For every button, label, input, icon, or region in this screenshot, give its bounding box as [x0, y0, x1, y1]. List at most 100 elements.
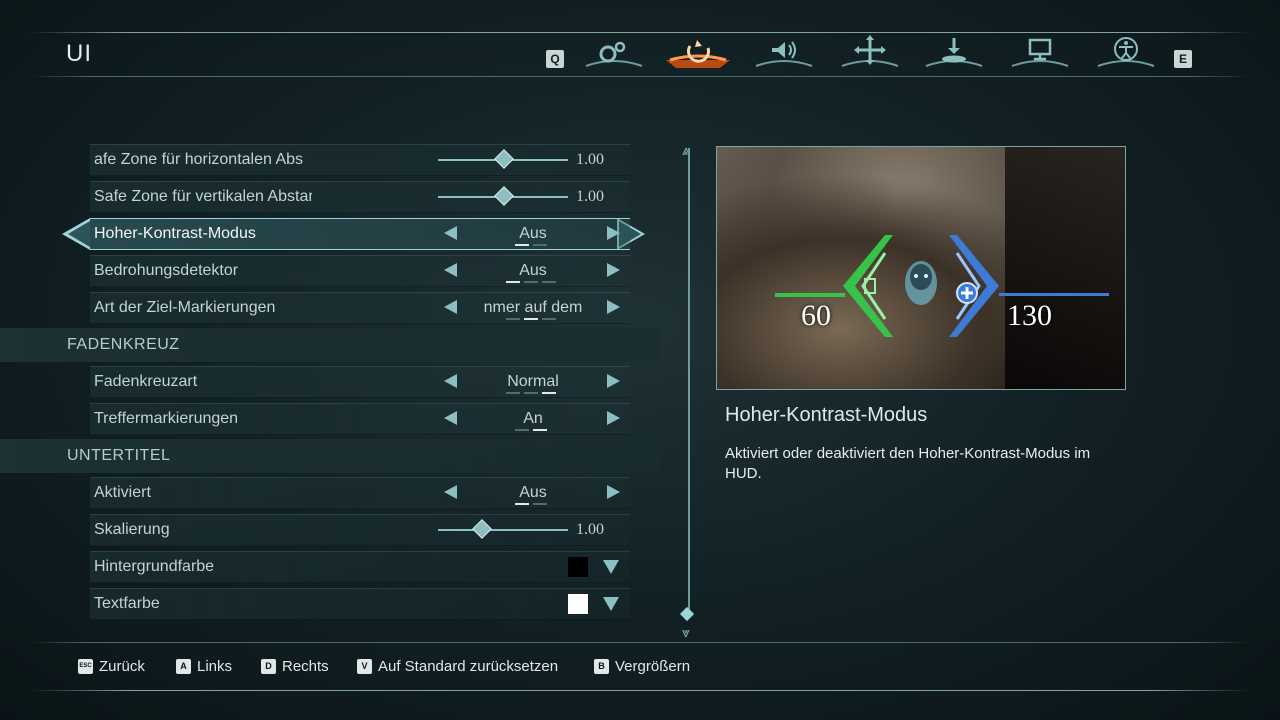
setting-subtitles-enabled[interactable]: Aktiviert Aus — [90, 477, 630, 509]
slider-thumb[interactable] — [471, 519, 492, 539]
ui-spiral-icon — [666, 40, 730, 68]
section-header-subtitles: UNTERTITEL — [0, 439, 660, 473]
page-title: UI — [66, 40, 92, 67]
setting-label: Art der Ziel-Markierungen — [94, 299, 276, 316]
next-tab-key[interactable]: E — [1174, 50, 1192, 68]
setting-text-color[interactable]: Textfarbe — [90, 588, 630, 620]
tab-display[interactable] — [1006, 34, 1074, 72]
download-tray-icon — [925, 38, 983, 67]
hud-portrait-icon — [843, 235, 999, 337]
arrow-right-icon[interactable] — [607, 263, 620, 277]
hud-value-left: 60 — [801, 299, 831, 332]
setting-safe-zone-horizontal[interactable]: afe Zone für horizontalen Abs 1.00 — [90, 144, 630, 176]
setting-label: afe Zone für horizontalen Abs — [94, 151, 304, 168]
arrow-right-icon[interactable] — [607, 411, 620, 425]
preview-rock — [1005, 147, 1125, 389]
slider-value: 1.00 — [576, 521, 604, 538]
prev-tab-key[interactable]: Q — [546, 50, 564, 68]
setting-high-contrast-mode[interactable]: Hoher-Kontrast-Modus Aus — [90, 218, 630, 250]
monitor-icon — [1011, 38, 1069, 67]
setting-value: Normal — [507, 373, 559, 390]
option-indicator — [501, 429, 561, 431]
setting-label: Fadenkreuzart — [94, 373, 198, 390]
hint-right[interactable]: D Rechts — [261, 656, 329, 676]
option-indicator — [501, 392, 561, 394]
setting-hit-markers[interactable]: Treffermarkierungen An — [90, 403, 630, 435]
arrow-left-icon[interactable] — [444, 300, 457, 314]
hint-back[interactable]: ESC Zurück — [78, 656, 145, 676]
setting-label: Treffermarkierungen — [94, 410, 239, 427]
hint-zoom[interactable]: B Vergrößern — [594, 656, 690, 676]
setting-value: Aus — [519, 225, 547, 242]
tab-audio[interactable] — [750, 34, 818, 72]
arrow-right-icon[interactable] — [607, 226, 620, 240]
setting-label: Bedrohungsdetektor — [94, 262, 239, 279]
esc-key-icon: ESC — [78, 658, 93, 674]
hud-health-bar-right — [999, 293, 1109, 296]
hint-label: Rechts — [282, 657, 329, 675]
preview-title: Hoher-Kontrast-Modus — [725, 404, 928, 426]
speaker-icon — [755, 41, 813, 67]
hint-label: Links — [197, 657, 233, 675]
setting-target-markers[interactable]: Art der Ziel-Markierungen nmer auf dem — [90, 292, 630, 324]
move-cross-icon — [841, 35, 899, 67]
arrow-left-icon[interactable] — [444, 485, 457, 499]
hud-value-right: 130 — [1007, 299, 1052, 332]
tab-gameplay[interactable] — [580, 34, 648, 72]
setting-subtitle-scale[interactable]: Skalierung 1.00 — [90, 514, 630, 546]
accessibility-icon — [1097, 37, 1155, 67]
scrollbar-track[interactable] — [688, 148, 690, 618]
color-swatch[interactable] — [568, 594, 588, 614]
hint-label: Vergrößern — [615, 657, 691, 675]
setting-value: An — [523, 410, 543, 427]
tab-controls[interactable] — [836, 34, 904, 72]
option-indicator — [501, 503, 561, 505]
v-key-icon: V — [357, 658, 372, 674]
slider-thumb[interactable] — [494, 149, 514, 169]
setting-safe-zone-vertical[interactable]: Safe Zone für vertikalen Abstar 1.00 — [90, 181, 630, 213]
header-divider — [30, 76, 1250, 77]
setting-label: Hintergrundfarbe — [94, 558, 215, 575]
option-indicator — [501, 318, 561, 320]
setting-label: Hoher-Kontrast-Modus — [94, 225, 256, 242]
arrow-left-icon[interactable] — [444, 411, 457, 425]
scroll-down-icon[interactable]: ⩔ — [682, 624, 690, 641]
arrow-right-icon[interactable] — [607, 485, 620, 499]
arrow-left-icon[interactable] — [444, 374, 457, 388]
setting-label: Safe Zone für vertikalen Abstar — [94, 188, 312, 205]
dropdown-arrow-icon[interactable] — [603, 597, 619, 611]
slider-thumb[interactable] — [494, 186, 514, 206]
bottom-frame-line — [30, 690, 1250, 691]
option-indicator — [501, 244, 561, 246]
setting-label: Skalierung — [94, 521, 170, 538]
setting-background-color[interactable]: Hintergrundfarbe — [90, 551, 630, 583]
setting-value: Aus — [519, 262, 547, 279]
a-key-icon: A — [176, 658, 191, 674]
setting-label: Aktiviert — [94, 484, 151, 501]
dropdown-arrow-icon[interactable] — [603, 560, 619, 574]
option-indicator — [501, 281, 561, 283]
gears-icon — [585, 41, 643, 67]
tab-install[interactable] — [920, 34, 988, 72]
slider-track[interactable] — [438, 529, 568, 531]
selection-cap-left-inner — [68, 221, 90, 247]
scrollbar-thumb[interactable] — [679, 606, 695, 622]
setting-crosshair-type[interactable]: Fadenkreuzart Normal — [90, 366, 630, 398]
setting-label: Textfarbe — [94, 595, 160, 612]
arrow-left-icon[interactable] — [444, 263, 457, 277]
hint-left[interactable]: A Links — [176, 656, 232, 676]
hint-reset-default[interactable]: V Auf Standard zurücksetzen — [357, 656, 558, 676]
tab-accessibility[interactable] — [1092, 34, 1160, 72]
section-title: UNTERTITEL — [67, 447, 171, 464]
color-swatch[interactable] — [568, 557, 588, 577]
arrow-right-icon[interactable] — [607, 374, 620, 388]
d-key-icon: D — [261, 658, 276, 674]
setting-threat-detector[interactable]: Bedrohungsdetektor Aus — [90, 255, 630, 287]
arrow-left-icon[interactable] — [444, 226, 457, 240]
slider-value: 1.00 — [576, 188, 604, 205]
section-title: FADENKREUZ — [67, 336, 180, 353]
arrow-right-icon[interactable] — [607, 300, 620, 314]
tab-ui[interactable] — [664, 34, 732, 72]
slider-value: 1.00 — [576, 151, 604, 168]
top-frame-line — [30, 32, 1250, 33]
